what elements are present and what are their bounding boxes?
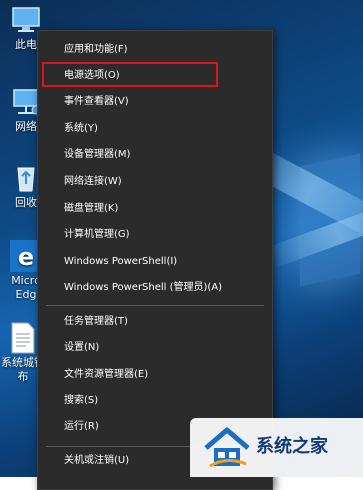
menu-item-network-connections[interactable]: 网络连接(W) [38,169,272,195]
house-logo-icon [204,427,250,468]
menu-separator [46,305,264,306]
watermark: 系统之家 [190,418,363,477]
light-pane [300,153,360,287]
highlight-box [42,62,218,87]
menu-item-settings[interactable]: 设置(N) [38,335,272,361]
menu-item-apps-features[interactable]: 应用和功能(F) [38,37,272,63]
menu-item-powershell-admin[interactable]: Windows PowerShell (管理员)(A) [38,275,272,301]
menu-item-system[interactable]: 系统(Y) [38,116,272,142]
menu-item-task-manager[interactable]: 任务管理器(T) [38,309,272,335]
menu-item-computer-management[interactable]: 计算机管理(G) [38,222,272,248]
document-icon [11,322,35,354]
menu-item-search[interactable]: 搜索(S) [38,388,272,414]
menu-item-event-viewer[interactable]: 事件查看器(V) [38,89,272,115]
menu-item-file-explorer[interactable]: 文件资源管理器(E) [38,362,272,388]
svg-text:e: e [18,243,34,271]
menu-item-device-manager[interactable]: 设备管理器(M) [38,142,272,168]
watermark-text: 系统之家 [256,436,328,457]
menu-item-powershell[interactable]: Windows PowerShell(I) [38,249,272,275]
menu-item-disk-management[interactable]: 磁盘管理(K) [38,196,272,222]
